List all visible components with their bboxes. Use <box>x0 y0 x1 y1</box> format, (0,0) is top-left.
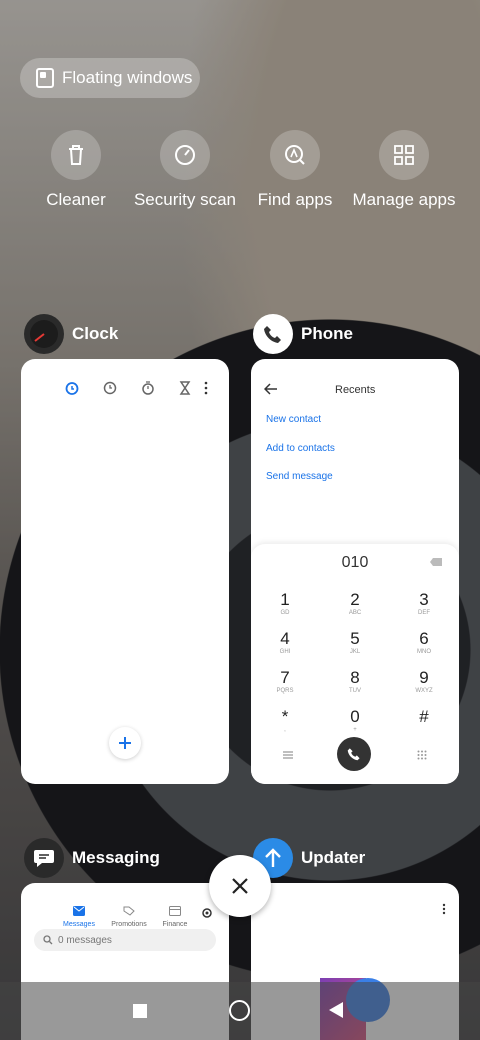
navigation-bar <box>0 982 480 1040</box>
dialpad-key-0[interactable]: 0 + <box>325 707 385 733</box>
call-button[interactable] <box>337 737 371 771</box>
chat-icon <box>24 838 64 878</box>
clear-all-button[interactable] <box>209 855 271 917</box>
manage-apps-button[interactable]: Manage apps <box>349 130 459 210</box>
clock-app-header[interactable]: Clock <box>24 314 118 354</box>
find-apps-icon <box>285 145 305 165</box>
dialed-number: 010 <box>341 554 369 571</box>
phone-app-header[interactable]: Phone <box>253 314 353 354</box>
menu-icon[interactable] <box>283 751 293 759</box>
stopwatch-tab-icon[interactable] <box>141 381 155 395</box>
messages-tab-label: Messages <box>63 921 95 928</box>
messages-tab-icon <box>73 906 85 916</box>
floating-windows-label: Floating windows <box>62 68 193 87</box>
back-arrow-icon[interactable] <box>264 383 278 395</box>
phone-app-name: Phone <box>301 324 353 343</box>
updater-app-header[interactable]: Updater <box>253 838 365 878</box>
dialpad-key-8[interactable]: 8 TUV <box>325 668 385 694</box>
dialpad-key-6[interactable]: 6 MNO <box>394 629 454 655</box>
tab-messages[interactable]: Messages <box>59 903 99 928</box>
recents-title: Recents <box>335 384 376 396</box>
shield-scan-icon <box>175 145 195 165</box>
send-message-link[interactable]: Send message <box>266 471 333 482</box>
back-button[interactable] <box>329 1002 343 1018</box>
more-options-icon[interactable] <box>203 381 209 395</box>
grid-icon <box>394 145 414 165</box>
timer-tab-icon[interactable] <box>179 381 191 395</box>
search-icon <box>43 935 53 945</box>
dialpad-key-3[interactable]: 3 DEF <box>394 590 454 616</box>
alarm-tab-icon[interactable] <box>65 381 79 395</box>
dialpad-key-hash[interactable]: # <box>394 707 454 727</box>
dialpad-key-2[interactable]: 2 ABC <box>325 590 385 616</box>
new-contact-link[interactable]: New contact <box>266 414 321 425</box>
settings-gear-icon[interactable] <box>201 907 213 919</box>
security-scan-button[interactable]: Security scan <box>130 130 240 210</box>
promotions-tab-label: Promotions <box>111 921 147 928</box>
call-icon <box>347 748 360 761</box>
cleaner-label: Cleaner <box>46 190 106 209</box>
security-scan-label: Security scan <box>133 190 237 209</box>
search-placeholder: 0 messages <box>58 934 112 946</box>
cleaner-button[interactable]: Cleaner <box>21 130 131 210</box>
phone-app-card[interactable]: Recents New contact Add to contacts Send… <box>251 359 459 784</box>
messaging-app-name: Messaging <box>72 848 160 867</box>
tab-finance[interactable]: Finance <box>155 903 195 928</box>
tab-promotions[interactable]: Promotions <box>109 903 149 928</box>
manage-apps-label: Manage apps <box>352 190 456 209</box>
add-alarm-button[interactable] <box>109 727 141 759</box>
trash-icon <box>69 145 83 165</box>
dialpad-toggle-icon[interactable] <box>417 750 427 760</box>
phone-icon <box>253 314 293 354</box>
clock-app-card[interactable] <box>21 359 229 784</box>
updater-app-name: Updater <box>301 848 366 867</box>
finance-tab-label: Finance <box>162 921 188 928</box>
dialpad-key-5[interactable]: 5 JKL <box>325 629 385 655</box>
find-apps-label: Find apps <box>257 190 333 209</box>
clock-icon <box>24 314 64 354</box>
recents-button[interactable] <box>133 1004 147 1018</box>
search-messages-input[interactable]: 0 messages <box>34 929 216 951</box>
home-button[interactable] <box>229 1000 250 1021</box>
dialpad-key-9[interactable]: 9 WXYZ <box>394 668 454 694</box>
plus-icon <box>119 737 131 749</box>
dialpad-key-4[interactable]: 4 GHI <box>255 629 315 655</box>
clock-app-name: Clock <box>72 324 119 343</box>
tag-icon <box>123 906 135 916</box>
add-to-contacts-link[interactable]: Add to contacts <box>266 443 335 454</box>
dialpad-key-1[interactable]: 1 GD <box>255 590 315 616</box>
floating-window-icon <box>36 68 54 88</box>
clock-tab-icon[interactable] <box>103 381 117 395</box>
find-apps-button[interactable]: Find apps <box>240 130 350 210</box>
backspace-icon[interactable] <box>429 557 443 567</box>
close-icon <box>232 878 248 894</box>
dialpad-key-7[interactable]: 7 PQRS <box>255 668 315 694</box>
dialpad: 010 1 GD 2 ABC 3 DEF 4 GHI 5 JKL 6 MNO 7 PQRS 8… <box>251 544 459 784</box>
more-options-icon[interactable] <box>441 903 447 915</box>
dialpad-key-star[interactable]: *, <box>255 707 315 733</box>
messaging-app-header[interactable]: Messaging <box>24 838 160 878</box>
card-icon <box>169 906 181 916</box>
floating-windows-button[interactable]: Floating windows <box>20 58 200 98</box>
